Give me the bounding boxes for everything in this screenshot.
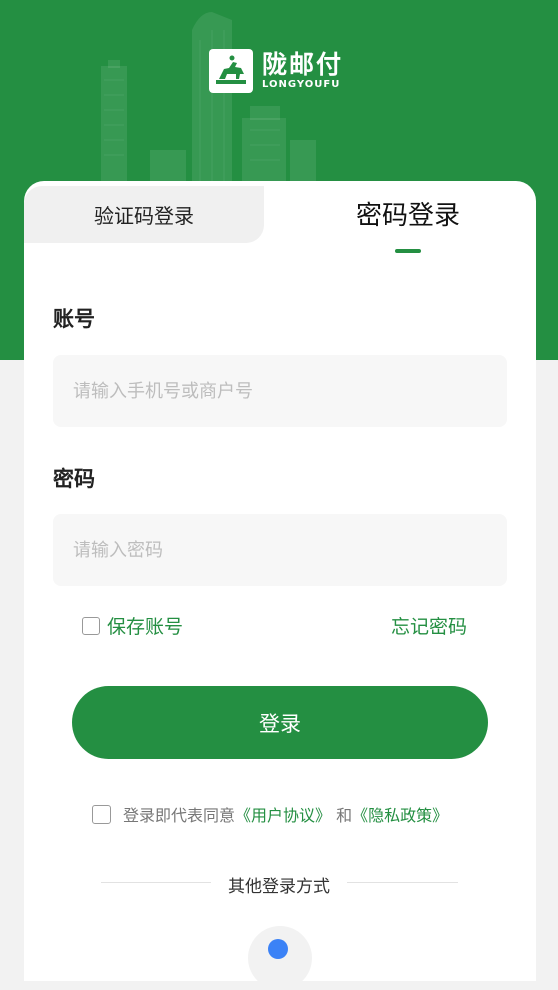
brand-logo: 陇邮付 LONGYOUFU xyxy=(209,49,343,93)
divider-left xyxy=(101,882,211,883)
other-login-label: 其他登录方式 xyxy=(228,877,330,897)
save-account-option[interactable]: 保存账号 xyxy=(82,612,183,639)
account-label: 账号 xyxy=(53,307,95,331)
agreement-conjunction: 和 xyxy=(331,806,353,825)
agreement-prefix: 登录即代表同意 xyxy=(123,806,236,825)
tab-password-login[interactable]: 密码登录 xyxy=(290,195,526,231)
brand-name-cn: 陇邮付 xyxy=(262,50,344,79)
active-tab-indicator xyxy=(395,249,421,253)
password-field-container xyxy=(53,514,507,586)
agreement-row: 登录即代表同意 《用户协议》 和 《隐私政策》 xyxy=(92,802,448,826)
tab-verification-code-login[interactable]: 验证码登录 xyxy=(24,186,264,243)
forgot-password-link[interactable]: 忘记密码 xyxy=(391,612,467,639)
save-account-checkbox[interactable] xyxy=(82,616,100,635)
privacy-policy-link[interactable]: 《隐私政策》 xyxy=(352,802,448,826)
save-account-label[interactable]: 保存账号 xyxy=(107,612,183,639)
brand-name-en: LONGYOUFU xyxy=(262,79,341,90)
agreement-checkbox[interactable] xyxy=(92,804,111,824)
account-field-container xyxy=(53,355,507,427)
third-party-login-icon xyxy=(268,939,288,959)
user-agreement-link[interactable]: 《用户协议》 xyxy=(235,802,331,826)
login-button[interactable]: 登录 xyxy=(72,686,488,759)
divider-right xyxy=(347,882,458,883)
password-input[interactable] xyxy=(53,514,507,586)
account-input[interactable] xyxy=(53,355,507,427)
horse-rider-logo-icon xyxy=(209,49,253,93)
password-label: 密码 xyxy=(53,467,95,491)
